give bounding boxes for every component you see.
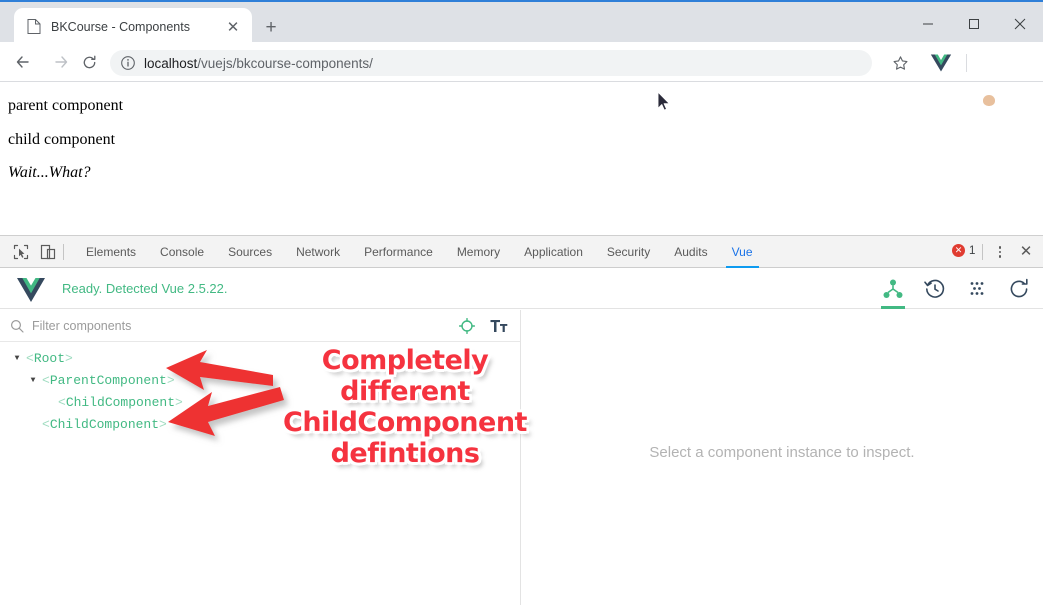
inspector-placeholder: Select a component instance to inspect.	[649, 444, 915, 461]
title-bar: BKCourse - Components ✕ +	[0, 2, 1043, 44]
search-input[interactable]	[32, 318, 456, 333]
close-icon[interactable]	[997, 4, 1043, 44]
bracket-close: >	[175, 394, 183, 410]
tree-node-label: ParentComponent	[49, 372, 167, 388]
close-icon[interactable]: ✕	[1016, 241, 1036, 261]
page-line-child: child component	[8, 131, 116, 148]
browser-window: BKCourse - Components ✕ + localhost/vuej…	[0, 0, 1043, 605]
page-viewport: parent component child component Wait...…	[0, 83, 1043, 235]
reload-icon[interactable]	[76, 49, 102, 75]
devtools-panel: Elements Console Sources Network Perform…	[0, 235, 1043, 605]
inspect-element-icon[interactable]	[10, 242, 32, 262]
tab-label: Vue	[731, 245, 753, 259]
devtools-tab-bar: Elements Console Sources Network Perform…	[0, 236, 1043, 268]
new-tab-button[interactable]: +	[258, 14, 284, 40]
tab-title: BKCourse - Components	[51, 20, 190, 34]
kebab-menu-icon[interactable]	[993, 244, 1007, 260]
error-count: 1	[969, 244, 976, 257]
toolbar-divider	[63, 244, 64, 260]
devtools-tabs: Elements Console Sources Network Perform…	[74, 236, 765, 268]
arrow-left-icon[interactable]	[10, 49, 36, 75]
vue-extension-icon[interactable]	[930, 52, 952, 74]
maximize-icon[interactable]	[951, 4, 997, 44]
tab-application[interactable]: Application	[512, 236, 595, 268]
tab-label: Performance	[364, 245, 433, 259]
tab-label: Memory	[456, 245, 501, 259]
tab-console[interactable]: Console	[148, 236, 216, 268]
info-circle-icon[interactable]	[120, 55, 136, 71]
tab-security[interactable]: Security	[595, 236, 662, 268]
tree-node-label: ChildComponent	[65, 394, 176, 410]
tab-label: Elements	[86, 245, 137, 259]
tab-label: Audits	[674, 245, 708, 259]
tab-audits[interactable]: Audits	[662, 236, 719, 268]
url-path: /vuejs/bkcourse-components/	[197, 55, 373, 71]
refresh-icon[interactable]	[1005, 269, 1033, 309]
search-icon	[10, 319, 24, 333]
tab-label: Network	[296, 245, 341, 259]
error-circle-icon: ✕	[952, 244, 965, 257]
page-icon	[27, 19, 41, 34]
status-badge[interactable]: ✕ 1	[952, 244, 975, 257]
chevron-down-icon[interactable]: ▼	[10, 351, 24, 365]
device-toolbar-icon[interactable]	[37, 242, 59, 262]
vuex-dots-icon[interactable]	[963, 269, 991, 309]
tab-label: Console	[160, 245, 205, 259]
bracket-open: <	[58, 394, 66, 410]
tab-network[interactable]: Network	[284, 236, 352, 268]
mouse-cursor-icon	[657, 91, 670, 111]
arrow-right-icon[interactable]	[48, 49, 74, 75]
tab-label: Sources	[228, 245, 273, 259]
browser-tab[interactable]: BKCourse - Components ✕	[14, 8, 252, 44]
tree-node-parentcomponent[interactable]: ▼ < ParentComponent >	[26, 369, 175, 391]
vue-status-text: Ready. Detected Vue 2.5.22.	[62, 281, 228, 296]
bracket-close: >	[166, 372, 175, 388]
bracket-close: >	[159, 416, 167, 432]
tab-label: Security	[606, 245, 651, 259]
history-clock-icon[interactable]	[921, 269, 949, 309]
vue-logo-icon	[17, 278, 45, 302]
tree-node-label: Root	[33, 350, 66, 366]
bracket-open: <	[26, 350, 34, 366]
browser-toolbar: localhost/vuejs/bkcourse-components/	[0, 42, 1043, 115]
tab-memory[interactable]: Memory	[445, 236, 512, 268]
window-controls	[905, 4, 1043, 44]
text-format-icon[interactable]	[488, 315, 510, 337]
tree-node-root[interactable]: ▼ < Root >	[10, 347, 73, 369]
tree-node-childcomponent-sibling[interactable]: ▼ <ChildComponent>	[26, 413, 167, 435]
vue-panel-header: Ready. Detected Vue 2.5.22.	[0, 269, 1043, 309]
target-select-icon[interactable]	[456, 315, 478, 337]
vue-panel-actions	[879, 269, 1033, 309]
page-line-wait: Wait...What?	[8, 164, 91, 181]
tree-node-childcomponent-nested[interactable]: ▼ <ChildComponent>	[42, 391, 183, 413]
tab-vue[interactable]: Vue	[720, 236, 765, 268]
toolbar-divider	[982, 244, 983, 260]
address-bar[interactable]: localhost/vuejs/bkcourse-components/	[110, 50, 872, 76]
close-icon[interactable]: ✕	[223, 17, 243, 37]
page-line-parent: parent component	[8, 97, 124, 114]
bracket-open: <	[42, 416, 50, 432]
minimize-icon[interactable]	[905, 4, 951, 44]
tab-label: Application	[524, 245, 583, 259]
toolbar-divider	[966, 54, 967, 72]
star-icon[interactable]	[888, 51, 912, 75]
components-tab-icon[interactable]	[879, 269, 907, 309]
tab-performance[interactable]: Performance	[352, 236, 445, 268]
url-host: localhost	[144, 55, 198, 71]
chevron-down-icon[interactable]: ▼	[26, 373, 40, 387]
tab-sources[interactable]: Sources	[216, 236, 284, 268]
tab-elements[interactable]: Elements	[74, 236, 148, 268]
component-tree: ▼ <Root> ▼ <ParentComponent> ▼ <ChildCom…	[0, 343, 520, 605]
address-bar-url: localhost/vuejs/bkcourse-components/	[144, 56, 373, 71]
component-filter-bar	[0, 310, 520, 342]
bracket-close: >	[65, 350, 73, 366]
tree-node-label: ChildComponent	[49, 416, 160, 432]
bracket-open: <	[42, 372, 50, 388]
